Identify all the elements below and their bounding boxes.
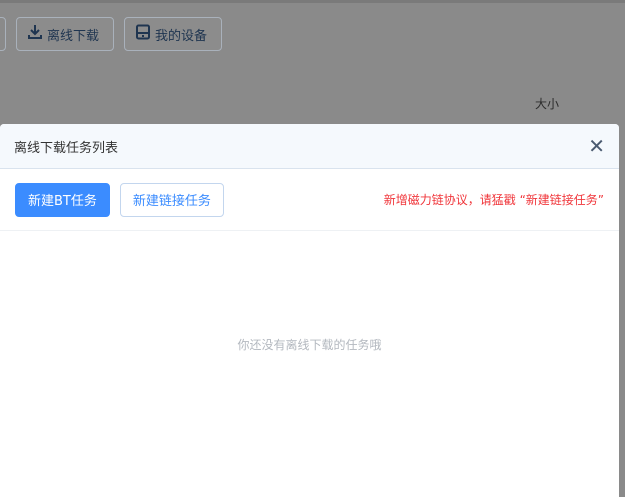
- device-icon: [135, 24, 151, 44]
- magnet-notice: 新增磁力链协议，请猛戳 “新建链接任务”: [383, 193, 604, 207]
- my-devices-button[interactable]: 我的设备: [124, 17, 222, 51]
- download-icon: [27, 24, 43, 44]
- offline-download-label: 离线下载: [47, 28, 100, 44]
- new-link-task-button[interactable]: 新建链接任务: [119, 182, 224, 217]
- top-divider: [0, 0, 625, 3]
- new-bt-task-button[interactable]: 新建BT任务: [15, 182, 110, 217]
- background-button-partial[interactable]: [0, 17, 6, 51]
- dialog-toolbar: 新建BT任务 新建链接任务 新增磁力链协议，请猛戳 “新建链接任务”: [0, 169, 619, 231]
- dialog-header: 离线下载任务列表 ✕: [0, 124, 619, 169]
- offline-download-button[interactable]: 离线下载: [16, 17, 114, 51]
- offline-task-dialog: 离线下载任务列表 ✕ 新建BT任务 新建链接任务 新增磁力链协议，请猛戳 “新建…: [0, 124, 619, 497]
- my-devices-label: 我的设备: [155, 28, 208, 44]
- close-icon[interactable]: ✕: [588, 134, 605, 158]
- size-column-header: 大小: [535, 97, 560, 111]
- empty-state-text: 你还没有离线下载的任务哦: [237, 338, 382, 352]
- dialog-title: 离线下载任务列表: [14, 140, 119, 156]
